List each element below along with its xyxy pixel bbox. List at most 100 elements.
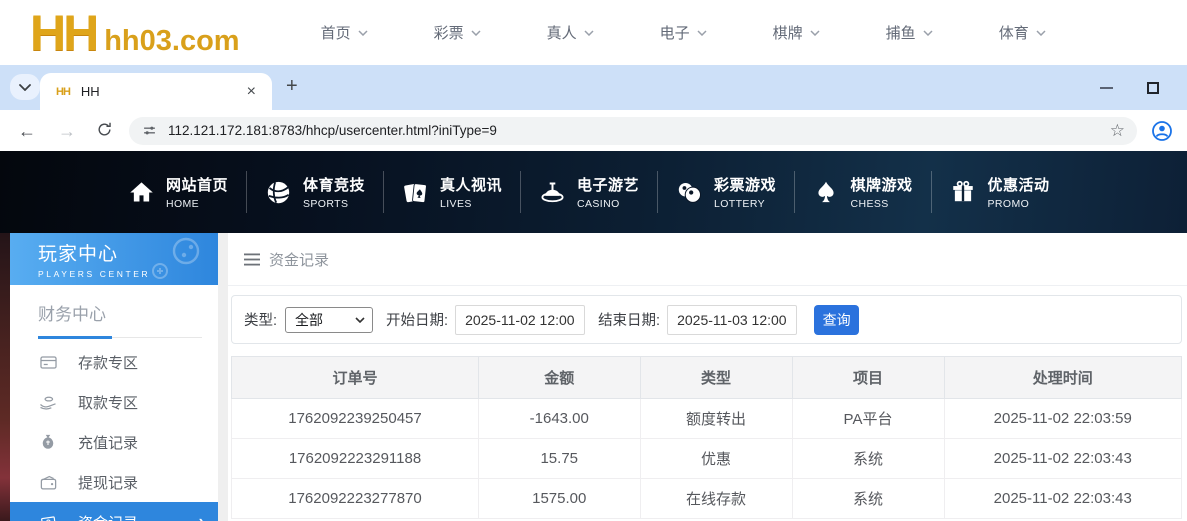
- top-nav: 首页 彩票 真人 电子 棋牌 捕鱼: [288, 22, 1079, 43]
- top-nav-label: 体育: [999, 22, 1029, 43]
- nav-text: 棋牌游戏 CHESS: [850, 174, 912, 210]
- funds-record-icon: [38, 513, 58, 521]
- chevron-right-icon: ›: [199, 513, 204, 521]
- maximize-button[interactable]: [1147, 82, 1159, 94]
- nav-label-cn: 真人视讯: [440, 174, 502, 195]
- cell-project: 系统: [792, 479, 944, 519]
- nav-item-chess[interactable]: 棋牌游戏 CHESS: [795, 151, 931, 233]
- top-nav-slots[interactable]: 电子: [627, 22, 740, 43]
- nav-label-cn: 彩票游戏: [714, 174, 776, 195]
- browser-tab[interactable]: HH HH ×: [40, 73, 272, 110]
- url-field[interactable]: 112.121.172.181:8783/hhcp/usercenter.htm…: [129, 117, 1137, 145]
- sidebar-item-withdraw-records[interactable]: 提现记录: [10, 462, 218, 502]
- chevron-down-icon: [810, 30, 820, 36]
- tab-search-button[interactable]: [10, 74, 40, 100]
- top-nav-label: 电子: [660, 22, 690, 43]
- reload-button[interactable]: [96, 121, 113, 141]
- lottery-balls-icon: [676, 179, 703, 206]
- top-nav-sports[interactable]: 体育: [966, 22, 1079, 43]
- nav-label-en: CASINO: [577, 198, 639, 210]
- cards-icon: [402, 179, 429, 206]
- bookmark-star-icon[interactable]: ☆: [1110, 121, 1125, 141]
- sidebar-item-funds-records[interactable]: 资金记录 ›: [10, 502, 218, 521]
- cell-amount: 1575.00: [479, 479, 641, 519]
- forward-button[interactable]: →: [58, 122, 76, 140]
- nav-item-promo[interactable]: 优惠活动 PROMO: [932, 151, 1068, 233]
- start-date-input[interactable]: [455, 305, 585, 335]
- nav-item-lottery[interactable]: 彩票游戏 LOTTERY: [658, 151, 794, 233]
- page-body: 玩家中心 PLAYERS CENTER 财务中心 存款专区: [0, 233, 1187, 521]
- cell-type: 优惠: [640, 439, 792, 479]
- end-date-input[interactable]: [667, 305, 797, 335]
- end-date-label: 结束日期:: [598, 309, 660, 330]
- cell-amount: -1643.00: [479, 399, 641, 439]
- sidebar-item-deposit[interactable]: 存款专区: [10, 342, 218, 382]
- type-select[interactable]: 全部: [285, 307, 373, 333]
- gift-icon: [950, 179, 976, 205]
- start-date-label: 开始日期:: [386, 309, 448, 330]
- nav-text: 优惠活动 PROMO: [987, 174, 1049, 210]
- top-nav-live[interactable]: 真人: [514, 22, 627, 43]
- cell-type: 额度转出: [640, 399, 792, 439]
- top-nav-fishing[interactable]: 捕鱼: [853, 22, 966, 43]
- minimize-button[interactable]: [1100, 87, 1113, 89]
- new-tab-button[interactable]: +: [286, 75, 298, 98]
- cell-order-id: 1762092223277870: [232, 479, 479, 519]
- nav-item-live[interactable]: 真人视讯 LIVES: [384, 151, 520, 233]
- wallet-icon: [38, 473, 58, 492]
- sidebar-item-recharge-records[interactable]: 充值记录: [10, 422, 218, 462]
- chevron-down-icon: [923, 30, 933, 36]
- sidebar-item-withdraw[interactable]: 取款专区: [10, 382, 218, 422]
- top-nav-label: 真人: [547, 22, 577, 43]
- home-icon: [128, 179, 155, 206]
- breadcrumb-title: 资金记录: [269, 249, 329, 270]
- nav-label-cn: 电子游艺: [577, 174, 639, 195]
- nav-item-home[interactable]: 网站首页 HOME: [110, 151, 246, 233]
- site-header: HH hh03.com 首页 彩票 真人 电子 棋牌: [0, 0, 1187, 65]
- col-order-id: 订单号: [232, 357, 479, 399]
- table-row: 1762092223277870 1575.00 在线存款 系统 2025-11…: [232, 479, 1182, 519]
- site-logo[interactable]: HH hh03.com: [30, 8, 240, 58]
- back-button[interactable]: ←: [18, 122, 36, 140]
- nav-label-cn: 棋牌游戏: [850, 174, 912, 195]
- top-nav-label: 捕鱼: [886, 22, 916, 43]
- sidebar-item-label: 存款专区: [78, 352, 138, 373]
- top-nav-label: 首页: [321, 22, 351, 43]
- nav-item-sports[interactable]: 体育竞技 SPORTS: [247, 151, 383, 233]
- sidebar-section-divider: [38, 336, 202, 339]
- background-image-strip: [0, 233, 10, 521]
- table-row: 1762092223291188 15.75 优惠 系统 2025-11-02 …: [232, 439, 1182, 479]
- withdraw-hand-icon: [38, 392, 58, 412]
- table-header-row: 订单号 金额 类型 项目 处理时间: [232, 357, 1182, 399]
- sidebar-item-label: 资金记录: [78, 512, 138, 521]
- nav-text: 彩票游戏 LOTTERY: [714, 174, 776, 210]
- top-nav-chess[interactable]: 棋牌: [740, 22, 853, 43]
- reload-icon: [96, 121, 113, 138]
- site-info-icon[interactable]: [141, 122, 158, 139]
- logo-domain-text: hh03.com: [104, 25, 239, 58]
- cell-order-id: 1762092239250457: [232, 399, 479, 439]
- top-nav-label: 棋牌: [773, 22, 803, 43]
- search-button[interactable]: 查询: [814, 305, 859, 335]
- top-nav-lottery[interactable]: 彩票: [401, 22, 514, 43]
- type-select-value: 全部: [295, 310, 323, 330]
- chevron-down-icon: [471, 30, 481, 36]
- breadcrumb: 资金记录: [228, 233, 1187, 286]
- spade-icon: [813, 179, 839, 205]
- menu-icon[interactable]: [244, 253, 260, 266]
- sidebar-item-label: 充值记录: [78, 432, 138, 453]
- main-nav: 网站首页 HOME 体育竞技 SPORTS 真人视讯 LIVES 电子游艺: [0, 151, 1187, 233]
- top-nav-label: 彩票: [434, 22, 464, 43]
- chevron-down-icon: [697, 30, 707, 36]
- profile-button[interactable]: [1151, 120, 1173, 142]
- nav-text: 体育竞技 SPORTS: [303, 174, 365, 210]
- cell-type: 在线存款: [640, 479, 792, 519]
- tab-close-icon[interactable]: ×: [241, 83, 262, 101]
- chevron-down-icon: [355, 317, 365, 323]
- nav-item-casino[interactable]: 电子游艺 CASINO: [521, 151, 657, 233]
- sidebar-section-title: 财务中心: [38, 300, 218, 325]
- top-nav-home[interactable]: 首页: [288, 22, 401, 43]
- cell-processed-time: 2025-11-02 22:03:43: [944, 479, 1182, 519]
- chevron-down-icon: [19, 84, 31, 91]
- table-row: 1762092239250457 -1643.00 额度转出 PA平台 2025…: [232, 399, 1182, 439]
